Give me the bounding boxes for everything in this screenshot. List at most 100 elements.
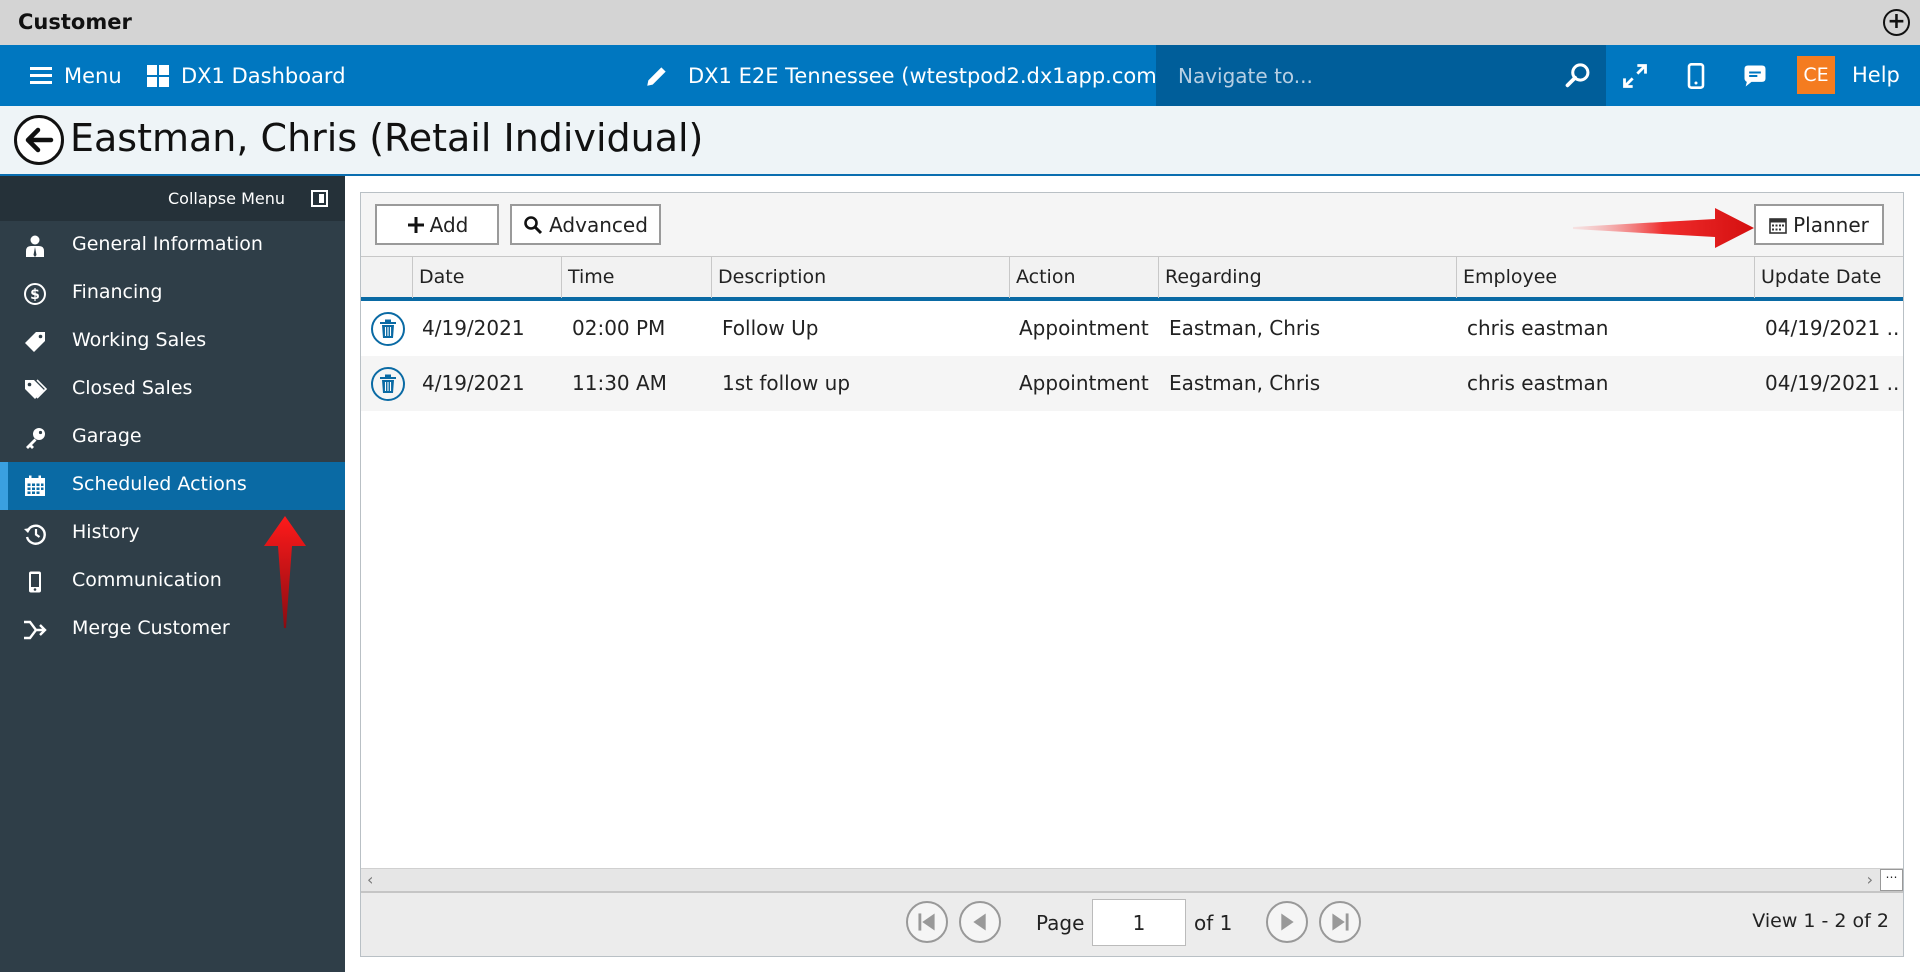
help-link[interactable]: Help (1852, 45, 1900, 106)
dashboard-label: DX1 Dashboard (181, 63, 346, 88)
planner-button[interactable]: Planner (1754, 204, 1884, 245)
dashboard-grid-icon (147, 64, 169, 87)
navigate-input[interactable] (1178, 60, 1548, 92)
column-header-regarding[interactable]: Regarding (1158, 257, 1456, 298)
sidebar-item-label: Financing (72, 281, 163, 303)
navigate-search (1156, 45, 1606, 106)
last-page-icon[interactable] (1319, 901, 1361, 943)
column-header-update-date[interactable]: Update Date (1754, 257, 1903, 298)
sidebar-item-label: Scheduled Actions (72, 473, 247, 495)
dashboard-button[interactable]: DX1 Dashboard (147, 45, 346, 106)
page-count-label: of 1 (1194, 911, 1233, 935)
person-icon (26, 235, 44, 257)
collapse-menu-button[interactable]: Collapse Menu (0, 176, 345, 221)
scheduled-actions-panel: Add Advanced Planner Date Time Descripti… (360, 192, 1904, 957)
sidebar-item-label: Communication (72, 569, 222, 591)
cell-update-date: 04/19/2021 ... (1765, 371, 1901, 395)
page-number-input[interactable] (1092, 899, 1186, 946)
phone-icon (29, 571, 41, 593)
sidebar-item-label: Garage (72, 425, 142, 447)
sidebar-item-merge-customer[interactable]: Merge Customer (0, 606, 345, 654)
column-header-date[interactable]: Date (412, 257, 561, 298)
sidebar-item-history[interactable]: History (0, 510, 345, 558)
svg-text:$: $ (30, 287, 40, 303)
horizontal-scrollbar[interactable]: ‹ › ⋯ (361, 868, 1903, 891)
location-selector[interactable]: DX1 E2E Tennessee (wtestpod2.dx1app.com) (644, 45, 1165, 106)
cell-date: 4/19/2021 (422, 371, 525, 395)
sidebar-item-communication[interactable]: Communication (0, 558, 345, 606)
grid-header-row: Date Time Description Action Regarding E… (361, 256, 1903, 301)
add-button[interactable]: Add (375, 204, 499, 245)
tags-icon (25, 379, 48, 399)
sidebar-item-financing[interactable]: $ Financing (0, 270, 345, 318)
plus-icon (407, 216, 424, 233)
cell-employee: chris eastman (1467, 316, 1609, 340)
chat-icon[interactable] (1741, 62, 1769, 90)
delete-trash-icon[interactable] (371, 367, 405, 401)
next-page-icon[interactable] (1266, 901, 1308, 943)
grid-toolbar: Add Advanced Planner (361, 193, 1903, 256)
add-circle-icon[interactable]: + (1883, 9, 1910, 36)
column-header-action[interactable]: Action (1009, 257, 1158, 298)
top-navigation: Menu DX1 Dashboard DX1 E2E Tennessee (wt… (0, 45, 1920, 106)
previous-page-icon[interactable] (959, 901, 1001, 943)
sidebar-item-working-sales[interactable]: Working Sales (0, 318, 345, 366)
first-page-icon[interactable] (906, 901, 948, 943)
menu-label: Menu (64, 63, 122, 88)
trash-icon (380, 374, 396, 393)
cell-action: Appointment (1019, 316, 1149, 340)
column-header-description[interactable]: Description (711, 257, 1009, 298)
cell-description: Follow Up (722, 316, 819, 340)
view-range-label: View 1 - 2 of 2 (1752, 910, 1889, 932)
page-label: Page (1036, 911, 1085, 935)
fullscreen-icon[interactable] (1621, 62, 1649, 90)
sidebar-item-label: Closed Sales (72, 377, 193, 399)
page-header: Eastman, Chris (Retail Individual) (0, 106, 1920, 176)
scroll-left-icon[interactable]: ‹ (367, 870, 373, 889)
dollar-icon: $ (24, 283, 46, 305)
hamburger-icon (30, 66, 52, 85)
trash-icon (380, 319, 396, 338)
menu-button[interactable]: Menu (30, 45, 122, 106)
sidebar-item-label: Working Sales (72, 329, 207, 351)
grid-pager: Page of 1 View 1 - 2 of 2 (361, 891, 1903, 956)
sidebar-item-scheduled-actions[interactable]: Scheduled Actions (0, 462, 345, 510)
cell-regarding: Eastman, Chris (1169, 371, 1321, 395)
collapse-panel-icon (311, 190, 328, 207)
history-icon (24, 524, 46, 545)
table-row[interactable]: 4/19/2021 02:00 PM Follow Up Appointment… (361, 301, 1903, 356)
key-icon (26, 428, 45, 449)
delete-trash-icon[interactable] (371, 312, 405, 346)
cell-time: 11:30 AM (572, 371, 667, 395)
sidebar: Collapse Menu General Information $ Fina… (0, 176, 345, 972)
tag-icon (25, 332, 45, 352)
scroll-right-icon[interactable]: › (1867, 870, 1873, 889)
location-label: DX1 E2E Tennessee (wtestpod2.dx1app.com) (688, 63, 1165, 88)
cell-description: 1st follow up (722, 371, 851, 395)
scheduled-actions-grid: Date Time Description Action Regarding E… (361, 256, 1903, 868)
cell-regarding: Eastman, Chris (1169, 316, 1321, 340)
search-icon[interactable] (1564, 62, 1592, 90)
calendar-icon (25, 475, 45, 496)
sidebar-item-general-information[interactable]: General Information (0, 222, 345, 270)
add-label: Add (429, 212, 469, 237)
planner-label: Planner (1793, 212, 1869, 237)
column-header-time[interactable]: Time (561, 257, 711, 298)
back-arrow-icon[interactable] (14, 115, 64, 165)
page-title: Eastman, Chris (Retail Individual) (70, 116, 704, 160)
sidebar-item-label: General Information (72, 233, 263, 255)
advanced-button[interactable]: Advanced (510, 204, 661, 245)
collapse-menu-label: Collapse Menu (167, 189, 285, 208)
cell-time: 02:00 PM (572, 316, 666, 340)
cell-employee: chris eastman (1467, 371, 1609, 395)
mobile-icon[interactable] (1682, 62, 1710, 90)
column-header-employee[interactable]: Employee (1456, 257, 1754, 298)
user-avatar[interactable]: CE (1797, 56, 1835, 94)
column-options-icon[interactable]: ⋯ (1880, 869, 1903, 891)
table-row[interactable]: 4/19/2021 11:30 AM 1st follow up Appoint… (361, 356, 1903, 411)
cell-action: Appointment (1019, 371, 1149, 395)
sidebar-item-garage[interactable]: Garage (0, 414, 345, 462)
window-titlebar: Customer + (0, 0, 1920, 45)
pencil-icon (647, 65, 668, 86)
sidebar-item-closed-sales[interactable]: Closed Sales (0, 366, 345, 414)
